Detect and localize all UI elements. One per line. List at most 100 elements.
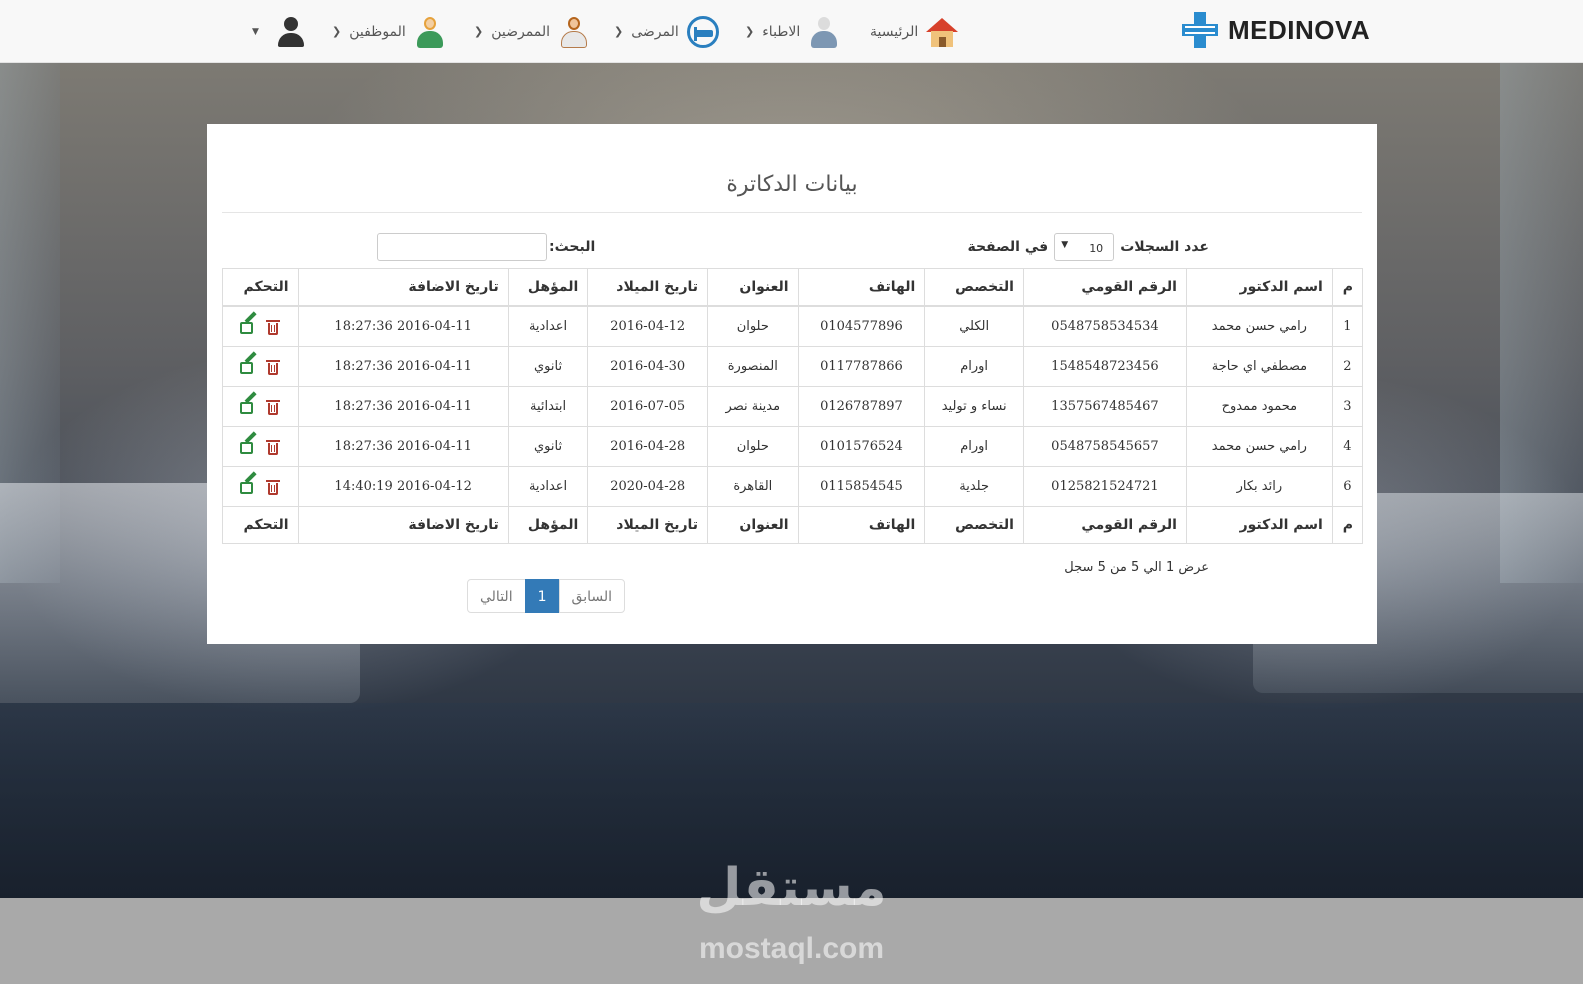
- table-cell: رامي حسن محمد: [1185, 426, 1333, 467]
- chevron-down-icon: ❯: [745, 25, 755, 38]
- table-cell: 2016-04-28: [587, 426, 709, 467]
- table-cell: 0117787866: [797, 346, 926, 387]
- table-cell: 6: [1331, 466, 1364, 507]
- table-cell: ثانوي: [507, 426, 589, 467]
- edit-icon[interactable]: [240, 470, 258, 495]
- table-row: 4 رامي حسن محمد 0548758545657 اورام 01015765…: [222, 426, 1364, 467]
- table-cell: 0126787897: [797, 386, 926, 427]
- column-header[interactable]: تاريخ الميلاد: [587, 268, 709, 307]
- column-header[interactable]: تاريخ الاضافة: [297, 268, 509, 307]
- records-per-page-select[interactable]: 10 ▼: [1054, 233, 1115, 261]
- column-footer: التحكم: [222, 506, 299, 544]
- table-cell: 1357567485467: [1022, 386, 1187, 427]
- table-cell: 2016-04-11 18:27:36: [297, 386, 509, 427]
- row-actions: [222, 386, 299, 427]
- table-cell: 2016-04-12 14:40:19: [297, 466, 509, 507]
- next-page-button[interactable]: التالي: [467, 579, 526, 613]
- nav-employees-label: الموظفين: [349, 23, 406, 40]
- table-cell: 2020-04-28: [587, 466, 709, 507]
- nurse-icon: [558, 16, 590, 48]
- delete-icon[interactable]: [266, 399, 281, 415]
- edit-icon[interactable]: [240, 310, 258, 335]
- delete-icon[interactable]: [266, 439, 281, 455]
- table-row: 3 محمود ممدوح 1357567485467 نساء و توليد 012…: [222, 386, 1364, 427]
- column-footer: العنوان: [707, 506, 799, 544]
- column-footer: تاريخ الميلاد: [587, 506, 709, 544]
- table-cell: 2016-04-11 18:27:36: [297, 426, 509, 467]
- delete-icon[interactable]: [266, 319, 281, 335]
- records-per-page-label: عدد السجلات: [1120, 239, 1209, 255]
- caret-down-icon: ▼: [252, 26, 259, 37]
- doctors-panel: بيانات الدكاترة عدد السجلات 10 ▼ في الصف…: [207, 124, 1377, 644]
- table-cell: جلدية: [924, 466, 1024, 507]
- nav-employees[interactable]: ❯ الموظفين: [332, 0, 446, 63]
- table-cell: اعدادية: [507, 305, 589, 347]
- table-cell: 2: [1331, 346, 1364, 387]
- nav-home[interactable]: الرئيسية: [870, 0, 959, 63]
- table-cell: 2016-04-11 18:27:36: [297, 305, 509, 347]
- brand[interactable]: MEDINOVA: [1182, 10, 1370, 50]
- table-cell: ابتدائية: [507, 386, 589, 427]
- table-cell: مصطفي اي حاجة: [1185, 346, 1333, 387]
- column-footer: التخصص: [924, 506, 1024, 544]
- row-actions: [222, 305, 299, 347]
- table-cell: مدينة نصر: [707, 386, 799, 427]
- table-cell: 0548758545657: [1022, 426, 1187, 467]
- nav-patients[interactable]: ❯ المرضى: [614, 0, 719, 63]
- previous-page-button[interactable]: السابق: [558, 579, 625, 613]
- table-cell: ثانوي: [507, 346, 589, 387]
- column-header[interactable]: التخصص: [924, 268, 1024, 307]
- title-divider: [222, 212, 1362, 213]
- watermark-arabic: مستقل: [696, 858, 887, 918]
- records-per-page-suffix: في الصفحة: [967, 239, 1049, 255]
- edit-icon[interactable]: [240, 350, 258, 375]
- user-icon: [275, 16, 307, 48]
- brand-name: MEDINOVA: [1228, 14, 1371, 45]
- search-input[interactable]: [377, 233, 547, 261]
- table-cell: 2016-04-30: [587, 346, 709, 387]
- table-cell: اورام: [924, 346, 1024, 387]
- column-footer: م: [1331, 506, 1364, 544]
- column-footer: تاريخ الاضافة: [297, 506, 509, 544]
- table-cell: رامي حسن محمد: [1185, 305, 1333, 347]
- table-cell: 1548548723456: [1022, 346, 1187, 387]
- doctors-table: م اسم الدكتور الرقم القومي التخصص الهاتف…: [222, 268, 1364, 544]
- search-label: البحث:: [549, 239, 596, 255]
- table-cell: المنصورة: [707, 346, 799, 387]
- table-cell: 0115854545: [797, 466, 926, 507]
- column-footer: الهاتف: [797, 506, 926, 544]
- table-row: 2 مصطفي اي حاجة 1548548723456 اورام 01177878…: [222, 346, 1364, 387]
- row-actions: [222, 466, 299, 507]
- column-header[interactable]: م: [1331, 268, 1364, 307]
- table-row: 6 رائد بكار 0125821524721 جلدية 0115854545 ال…: [222, 466, 1364, 507]
- delete-icon[interactable]: [266, 479, 281, 495]
- column-footer: الرقم القومي: [1022, 506, 1187, 544]
- table-cell: 2016-07-05: [587, 386, 709, 427]
- column-header[interactable]: الرقم القومي: [1022, 268, 1187, 307]
- table-cell: نساء و توليد: [924, 386, 1024, 427]
- delete-icon[interactable]: [266, 359, 281, 375]
- table-cell: 0104577896: [797, 305, 926, 347]
- column-footer: المؤهل: [507, 506, 589, 544]
- column-header[interactable]: اسم الدكتور: [1185, 268, 1333, 307]
- pagination: التالي 1 السابق: [467, 579, 625, 613]
- nav-doctors[interactable]: ❯ الاطباء: [745, 0, 840, 63]
- page-1-button[interactable]: 1: [524, 579, 560, 613]
- column-header[interactable]: الهاتف: [797, 268, 926, 307]
- employee-icon: [414, 16, 446, 48]
- table-cell: رائد بكار: [1185, 466, 1333, 507]
- table-cell: 0548758534534: [1022, 305, 1187, 347]
- table-footer-row: م اسم الدكتور الرقم القومي التخصص الهاتف…: [222, 506, 1364, 544]
- table-cell: 0101576524: [797, 426, 926, 467]
- column-header[interactable]: المؤهل: [507, 268, 589, 307]
- nav-nurses[interactable]: ❯ الممرضين: [474, 0, 590, 63]
- column-header[interactable]: العنوان: [707, 268, 799, 307]
- watermark-latin: mostaql.com: [698, 932, 885, 965]
- edit-icon[interactable]: [240, 430, 258, 455]
- edit-icon[interactable]: [240, 390, 258, 415]
- user-menu[interactable]: ▼: [252, 0, 307, 63]
- navbar: MEDINOVA الرئيسية ❯ الاطباء ❯ المرضى ❯ ا…: [0, 0, 1583, 63]
- page-title: بيانات الدكاترة: [726, 172, 858, 197]
- doctor-icon: [808, 16, 840, 48]
- table-header-row: م اسم الدكتور الرقم القومي التخصص الهاتف…: [222, 268, 1364, 307]
